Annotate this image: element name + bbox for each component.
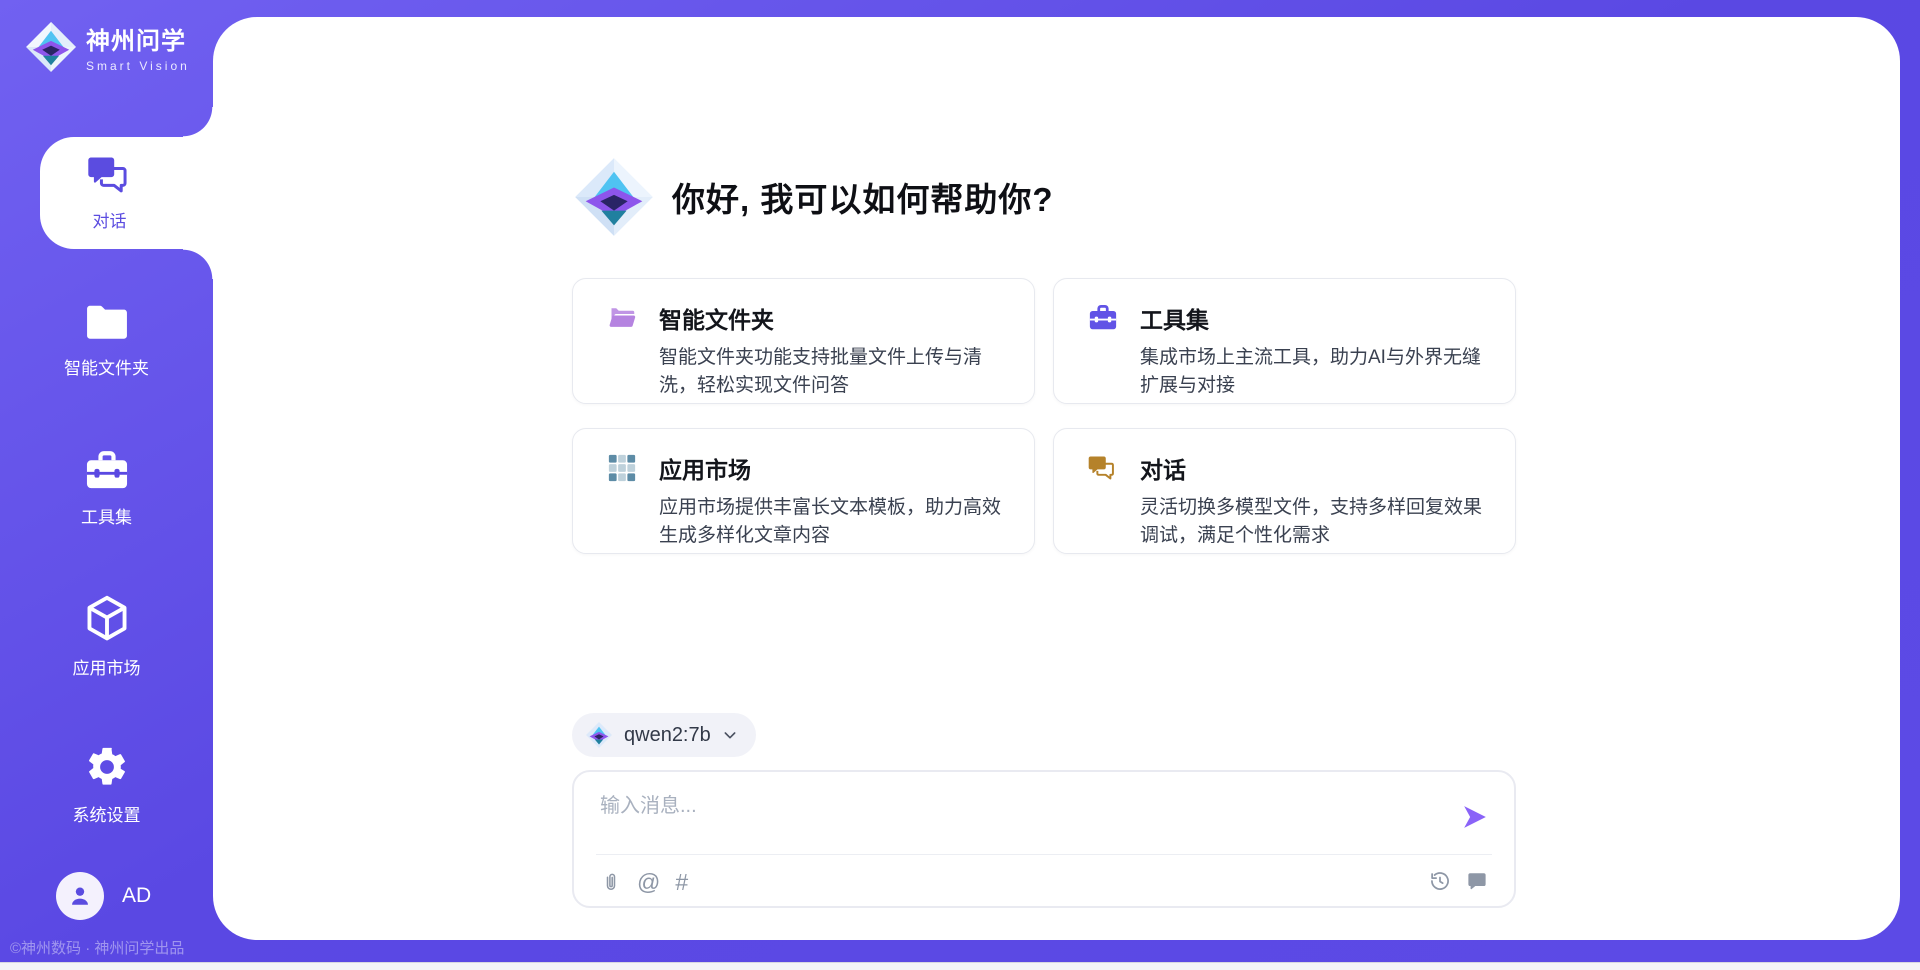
app-title-block: 神州问学 Smart Vision [86,21,190,73]
app-logo: 神州问学 Smart Vision [24,20,190,74]
attach-button[interactable] [600,870,622,894]
message-composer: @ # [572,770,1516,908]
composer-divider [596,854,1492,855]
topic-button[interactable]: # [675,871,688,893]
feature-card-toolset[interactable]: 工具集 集成市场上主流工具，助力AI与外界无缝扩展与对接 [1053,278,1516,404]
card-description: 灵活切换多模型文件，支持多样回复效果调试，满足个性化需求 [1140,494,1489,550]
user-avatar-icon [66,882,94,910]
app-window: 神州问学 Smart Vision 对话 智能文件夹 [0,0,1920,970]
card-description: 智能文件夹功能支持批量文件上传与清洗，轻松实现文件问答 [659,344,1008,400]
sidebar: 神州问学 Smart Vision 对话 智能文件夹 [0,0,213,970]
card-description: 应用市场提供丰富长文本模板，助力高效生成多样化文章内容 [659,494,1008,550]
greeting: 你好, 我可以如何帮助你? [572,155,1054,239]
sidebar-item-toolset[interactable]: 工具集 [0,433,213,545]
chat-icon [87,154,133,196]
toolbox-icon [1088,304,1118,332]
feature-cards: 智能文件夹 智能文件夹功能支持批量文件上传与清洗，轻松实现文件问答 工具集 集成… [572,278,1516,554]
composer-tools: @ # [600,870,688,894]
folder-icon [84,303,130,343]
grid-icon [607,453,637,483]
message-icon [1466,870,1488,892]
folder-open-icon [607,305,637,331]
history-icon [1429,870,1451,892]
card-header: 对话 [1088,451,1489,485]
sidebar-item-smart-folder[interactable]: 智能文件夹 [0,285,213,397]
brand-diamond-icon [24,20,78,74]
brand-diamond-icon [572,155,656,239]
feedback-button[interactable] [1466,870,1488,892]
paperclip-icon [600,870,622,894]
feature-card-smart-folder[interactable]: 智能文件夹 智能文件夹功能支持批量文件上传与清洗，轻松实现文件问答 [572,278,1035,404]
user-name: AD [122,884,151,908]
composer-right-tools [1429,870,1488,892]
brand-diamond-icon [585,721,613,749]
send-button[interactable] [1460,802,1490,832]
mention-button[interactable]: @ [637,871,660,893]
toolbox-icon [84,450,130,492]
greeting-title: 你好, 我可以如何帮助你? [672,173,1054,221]
feature-card-app-market[interactable]: 应用市场 应用市场提供丰富长文本模板，助力高效生成多样化文章内容 [572,428,1035,554]
history-button[interactable] [1429,870,1451,892]
card-title: 智能文件夹 [659,301,774,335]
card-title: 应用市场 [659,451,751,485]
sidebar-item-label: 对话 [93,207,127,232]
copyright-text: ©神州数码 · 神州问学出品 [10,937,213,958]
sidebar-item-chat[interactable]: 对话 [40,137,213,249]
card-header: 工具集 [1088,301,1489,335]
card-header: 应用市场 [607,451,1008,485]
sidebar-item-label: 系统设置 [73,801,141,826]
send-icon [1462,804,1488,830]
card-title: 工具集 [1140,301,1209,335]
sidebar-item-label: 应用市场 [73,654,141,679]
sidebar-item-label: 智能文件夹 [64,354,149,379]
cube-icon [84,595,130,643]
feature-card-chat[interactable]: 对话 灵活切换多模型文件，支持多样回复效果调试，满足个性化需求 [1053,428,1516,554]
card-header: 智能文件夹 [607,301,1008,335]
chevron-down-icon [722,727,738,743]
model-name: qwen2:7b [624,724,711,747]
sidebar-item-label: 工具集 [81,503,132,528]
chat-icon [1088,454,1118,482]
card-title: 对话 [1140,451,1186,485]
avatar [56,872,104,920]
message-input[interactable] [600,789,1430,847]
card-description: 集成市场上主流工具，助力AI与外界无缝扩展与对接 [1140,344,1489,400]
sidebar-item-settings[interactable]: 系统设置 [0,729,213,841]
window-bottom-edge [0,962,1920,970]
gear-icon [84,744,130,790]
app-subtitle: Smart Vision [86,59,190,73]
main-panel: 你好, 我可以如何帮助你? 智能文件夹 智能文件夹功能支持批量文件上传与清洗，轻… [213,17,1900,940]
user-profile[interactable]: AD [56,872,151,920]
sidebar-item-app-market[interactable]: 应用市场 [0,581,213,693]
model-selector-button[interactable]: qwen2:7b [572,713,756,757]
app-title: 神州问学 [86,21,190,56]
